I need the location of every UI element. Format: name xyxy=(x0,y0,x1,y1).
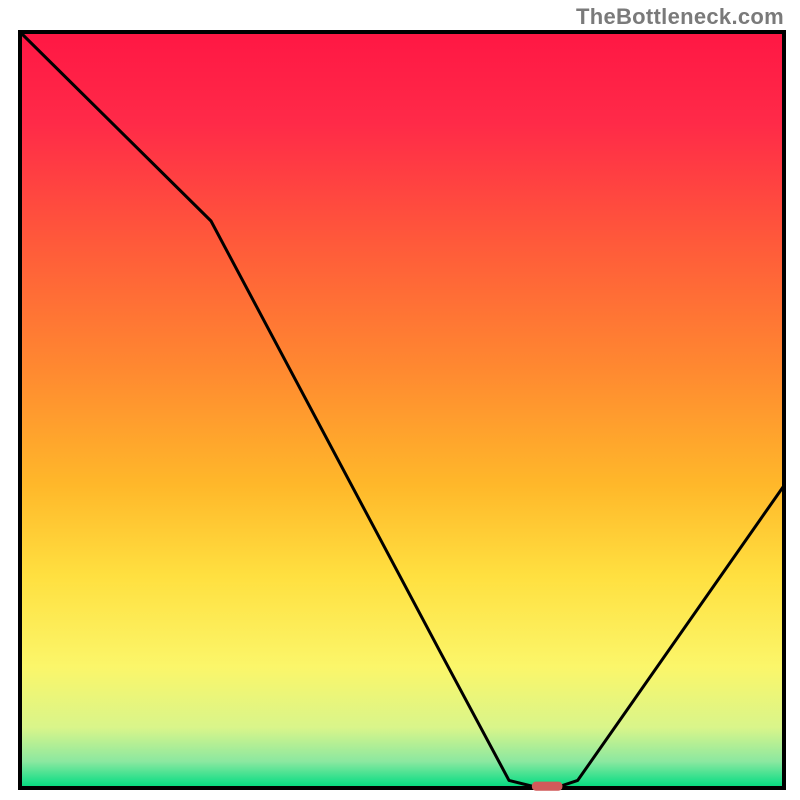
attribution-text: TheBottleneck.com xyxy=(576,4,784,30)
optimal-marker xyxy=(532,782,563,791)
bottleneck-curve-chart: TheBottleneck.com xyxy=(0,0,800,800)
chart-canvas xyxy=(0,0,800,800)
